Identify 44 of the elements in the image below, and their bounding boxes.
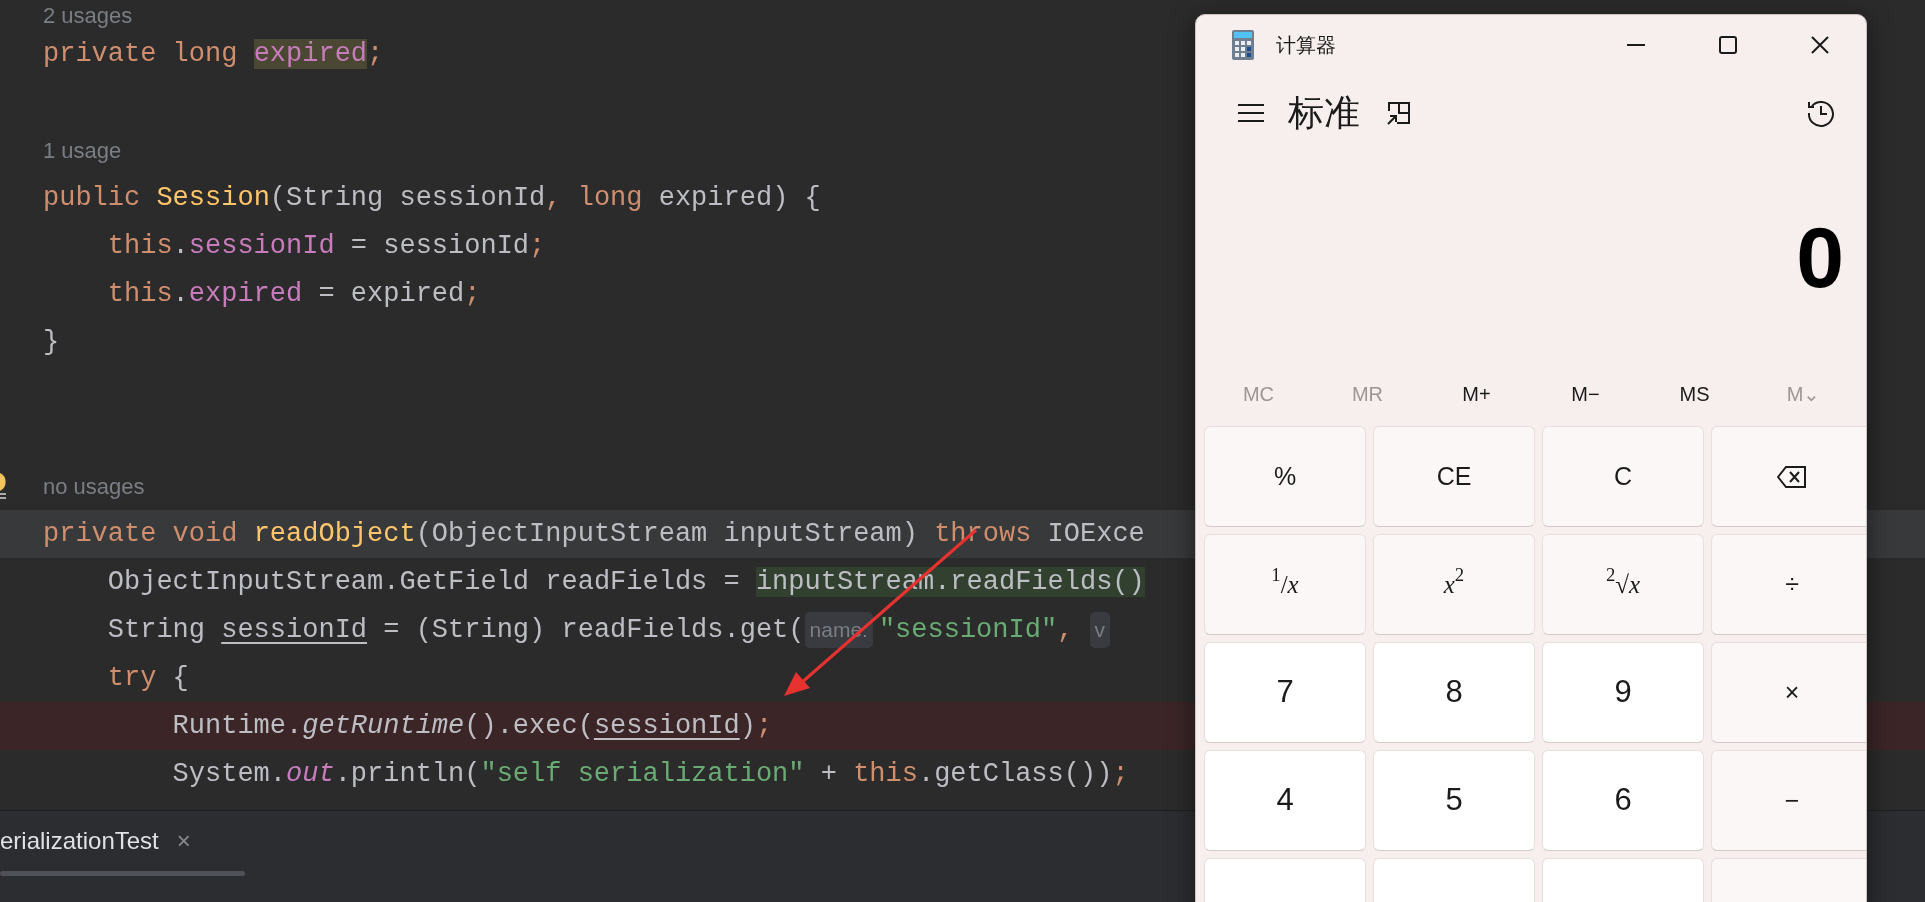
operator-key[interactable]: ÷ xyxy=(1711,534,1866,635)
operator-key[interactable]: C xyxy=(1542,426,1704,527)
backspace-key[interactable] xyxy=(1711,426,1866,527)
operator-key[interactable]: − xyxy=(1711,750,1866,851)
code-line: try { xyxy=(107,661,189,695)
digit-key[interactable]: 7 xyxy=(1204,642,1366,743)
close-icon xyxy=(1810,35,1830,55)
mode-title: 标准 xyxy=(1288,91,1360,135)
code-line: public Session(String sessionId, long expired) { xyxy=(43,181,821,215)
digit-key[interactable]: 9 xyxy=(1542,642,1704,743)
digit-key[interactable]: 5 xyxy=(1373,750,1535,851)
backspace-icon xyxy=(1777,465,1807,488)
code-line: System.out.println("self serialization" + this.getClass()); xyxy=(172,757,1129,791)
close-tab-button[interactable]: × xyxy=(176,823,191,859)
memory-button[interactable]: M+ xyxy=(1422,363,1531,425)
menu-icon xyxy=(1238,104,1264,122)
code-line: this.sessionId = sessionId; xyxy=(107,229,546,263)
tab-label[interactable]: erializationTest xyxy=(0,823,159,859)
parameter-hint: v xyxy=(1089,612,1111,648)
maximize-icon xyxy=(1718,35,1738,55)
operator-key[interactable]: x$^{2}$ xyxy=(1373,534,1535,635)
code-line: this.expired = expired; xyxy=(107,277,481,311)
operator-key[interactable]: $^{2}$√x xyxy=(1542,534,1704,635)
history-icon xyxy=(1806,98,1836,128)
operator-key[interactable]: % xyxy=(1204,426,1366,527)
digit-key[interactable]: 8 xyxy=(1373,642,1535,743)
scrollbar-thumb[interactable] xyxy=(0,871,245,876)
code-line: Runtime.getRuntime().exec(sessionId); xyxy=(172,709,773,743)
operator-key[interactable]: × xyxy=(1711,642,1866,743)
window-arrow-icon xyxy=(1386,100,1412,126)
calculator-app-icon xyxy=(1232,30,1254,60)
operator-key[interactable]: CE xyxy=(1373,426,1535,527)
display-value: 0 xyxy=(1795,207,1845,307)
code-line: "sessionId", xyxy=(878,613,1075,647)
memory-button[interactable]: MS xyxy=(1640,363,1749,425)
operator-key[interactable]: $^{1}$/x xyxy=(1204,534,1366,635)
digit-key[interactable]: 6 xyxy=(1542,750,1704,851)
code-line: } xyxy=(43,325,60,359)
memory-button[interactable]: M− xyxy=(1531,363,1640,425)
digit-key[interactable]: 4 xyxy=(1204,750,1366,851)
code-line: private long expired; xyxy=(43,37,384,71)
minimize-icon xyxy=(1626,44,1646,46)
window-title: 计算器 xyxy=(1276,33,1336,58)
code-line: String sessionId = (String) readFields.get( xyxy=(107,613,805,647)
